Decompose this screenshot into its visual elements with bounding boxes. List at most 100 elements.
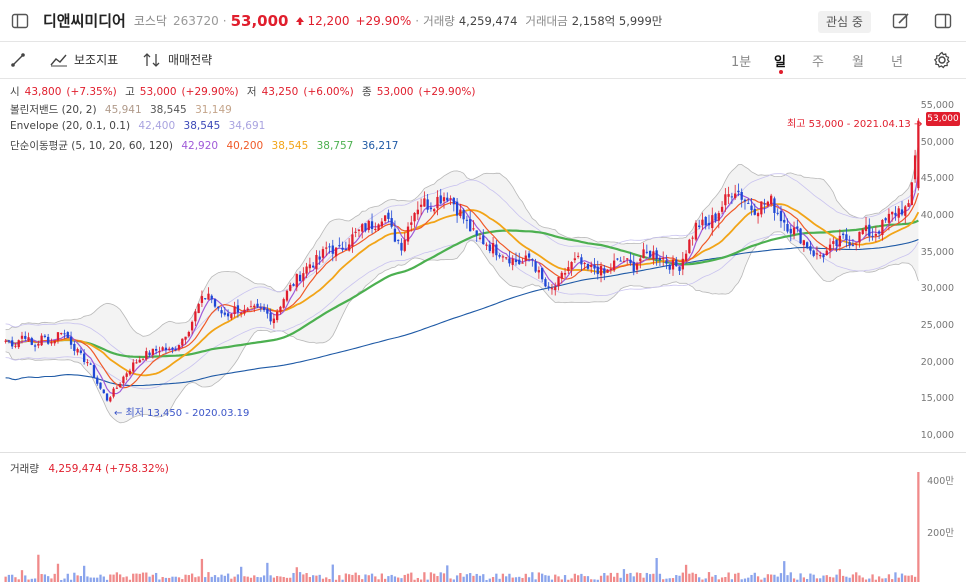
- period-1min[interactable]: 1분: [731, 51, 751, 70]
- volume-bar: [455, 575, 459, 582]
- volume-bar: [511, 577, 514, 582]
- candle-body: [629, 259, 632, 263]
- volume-bar: [204, 577, 207, 582]
- volume-bar: [773, 574, 776, 582]
- candle-body: [776, 212, 779, 214]
- volume-bar: [406, 573, 410, 582]
- layout-icon[interactable]: [934, 12, 952, 30]
- aux-indicator-button[interactable]: 보조지표: [50, 51, 118, 68]
- volume-bar: [30, 578, 33, 582]
- volume-bar: [622, 569, 626, 582]
- period-year[interactable]: 년: [891, 51, 903, 70]
- market-name: 코스닥: [133, 14, 167, 28]
- candle-body: [485, 244, 488, 246]
- candle-body: [455, 201, 459, 216]
- volume-bar: [410, 572, 413, 582]
- volume-bar: [33, 578, 37, 582]
- candle-body: [135, 362, 138, 364]
- candle-body: [132, 362, 135, 372]
- candle-body: [102, 389, 105, 394]
- candle-body: [590, 265, 593, 268]
- volume-bar: [632, 576, 635, 582]
- candle-body: [302, 273, 305, 281]
- favorite-button[interactable]: 관심 중: [818, 11, 871, 33]
- volume-bar: [115, 572, 119, 582]
- volume-bar: [383, 578, 387, 582]
- candle-body: [370, 221, 374, 230]
- draw-line-icon[interactable]: [10, 52, 26, 68]
- period-month[interactable]: 월: [852, 51, 864, 70]
- price-chart[interactable]: [0, 80, 966, 587]
- y-tick-label: 15,000: [920, 393, 954, 405]
- candle-body: [583, 262, 586, 264]
- candle-body: [770, 195, 773, 205]
- volume-bar: [832, 577, 835, 582]
- candle-body: [737, 190, 740, 193]
- candle-body: [30, 338, 33, 345]
- candle-body: [478, 237, 482, 239]
- candle-body: [449, 198, 452, 200]
- edit-icon[interactable]: [892, 12, 910, 30]
- volume-bar: [531, 572, 534, 582]
- candle-body: [158, 351, 161, 353]
- candle-body: [809, 246, 812, 251]
- volume-bar: [763, 577, 766, 582]
- volume-bar: [374, 576, 377, 582]
- volume-bar: [864, 579, 868, 582]
- volume-bar: [334, 579, 338, 582]
- candle-body: [671, 259, 675, 270]
- candle-body: [315, 254, 318, 270]
- candle-body: [20, 335, 24, 339]
- volume-bar: [612, 576, 616, 582]
- candle-body: [47, 336, 50, 344]
- volume-bar: [128, 579, 132, 582]
- candle-body: [835, 239, 838, 246]
- candle-body: [792, 227, 796, 235]
- candle-body: [128, 370, 132, 375]
- candle-body: [416, 209, 419, 215]
- candle-body: [171, 347, 174, 350]
- candle-body: [910, 182, 913, 206]
- candle-body: [724, 194, 727, 206]
- candle-body: [786, 223, 789, 232]
- candle-body: [707, 223, 711, 226]
- candle-body: [210, 295, 213, 300]
- candle-body: [462, 209, 465, 220]
- volume-bar: [118, 574, 122, 582]
- volume-bar: [541, 573, 544, 582]
- volume-bar: [570, 578, 573, 582]
- candle-body: [796, 226, 799, 229]
- period-week[interactable]: 주: [812, 51, 824, 70]
- candle-body: [567, 267, 570, 271]
- candle-body: [66, 332, 69, 338]
- candle-body: [495, 244, 498, 256]
- volume-bar: [154, 572, 158, 582]
- volume-bar: [253, 575, 256, 582]
- volume-bar: [590, 579, 593, 582]
- candle-body: [105, 393, 109, 401]
- candle-body: [606, 269, 609, 273]
- candle-body: [619, 260, 622, 262]
- volume-bar: [599, 575, 603, 582]
- sidebar-toggle-icon[interactable]: [11, 12, 29, 30]
- volume-bar: [96, 577, 99, 582]
- volume-bar: [668, 578, 671, 582]
- settings-gear-icon[interactable]: [933, 51, 951, 69]
- volume-bar: [292, 572, 295, 582]
- volume-bar: [174, 576, 177, 582]
- trade-strategy-button[interactable]: 매매전략: [142, 51, 212, 68]
- volume-bar: [289, 577, 292, 582]
- candle-body: [554, 286, 557, 291]
- candle-body: [262, 307, 266, 311]
- y-tick-label: 10,000: [920, 430, 954, 441]
- volume-bar: [717, 579, 720, 582]
- volume-bar: [459, 573, 462, 582]
- candle-body: [642, 249, 645, 259]
- candle-body: [668, 264, 671, 270]
- candle-body: [704, 216, 707, 226]
- volume-bar: [747, 577, 750, 582]
- volume-bar: [197, 576, 200, 582]
- candle-body: [534, 261, 537, 272]
- candle-body: [367, 220, 370, 231]
- period-day[interactable]: 일: [774, 51, 786, 70]
